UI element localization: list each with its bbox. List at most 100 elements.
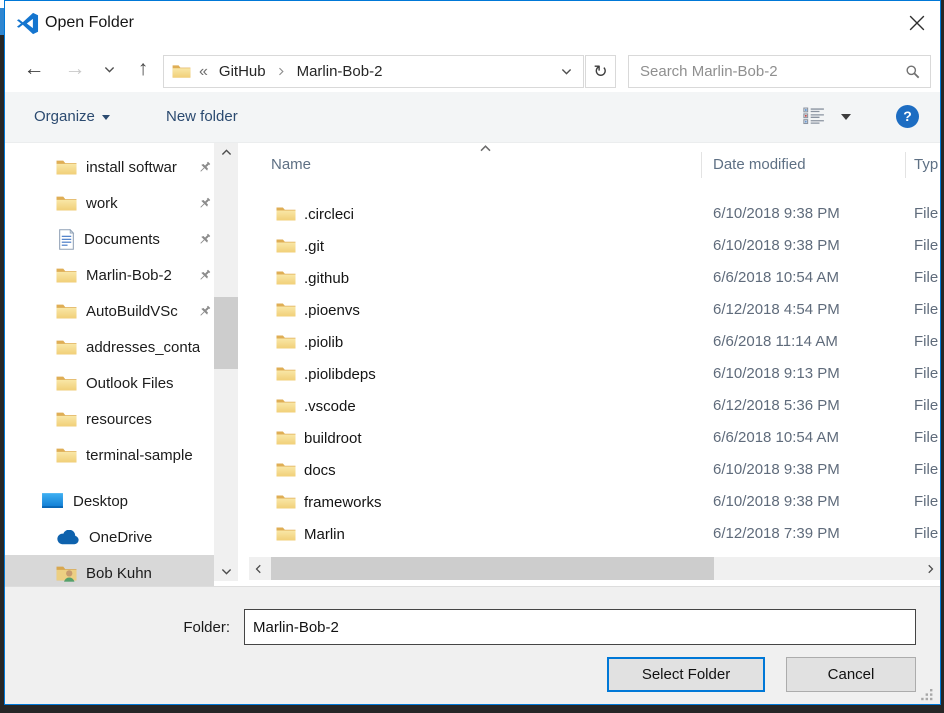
sidebar-item-label: Marlin-Bob-2: [86, 267, 172, 284]
open-folder-dialog: Open Folder ← → ↑ « GitHub Marlin-Bob-2 …: [4, 0, 941, 705]
folder-icon: [56, 447, 77, 464]
file-row[interactable]: .pioenvs 6/12/2018 4:54 PM File: [249, 294, 940, 326]
sidebar-item-label: terminal-sample: [86, 447, 193, 464]
file-date-modified: 6/6/2018 11:14 AM: [713, 326, 838, 358]
breadcrumb-segment-current[interactable]: Marlin-Bob-2: [297, 63, 383, 80]
file-type: File: [914, 230, 938, 262]
file-row[interactable]: buildroot 6/6/2018 10:54 AM File: [249, 422, 940, 454]
new-folder-button[interactable]: New folder: [166, 92, 238, 142]
address-bar[interactable]: « GitHub Marlin-Bob-2: [163, 55, 584, 88]
file-date-modified: 6/10/2018 9:38 PM: [713, 198, 840, 230]
chevron-up-icon: [221, 148, 232, 156]
sidebar-item[interactable]: install softwar: [5, 149, 214, 185]
file-date-modified: 6/10/2018 9:38 PM: [713, 230, 840, 262]
refresh-button[interactable]: ↻: [585, 55, 616, 88]
breadcrumb-segment-github[interactable]: GitHub: [219, 63, 266, 80]
folder-icon: [276, 302, 296, 318]
file-row[interactable]: .piolib 6/6/2018 11:14 AM File: [249, 326, 940, 358]
file-date-modified: 6/10/2018 9:38 PM: [713, 486, 840, 518]
sidebar-item[interactable]: Outlook Files: [5, 365, 214, 401]
organize-label: Organize: [34, 108, 95, 125]
sidebar-scrollbar-thumb[interactable]: [214, 297, 238, 369]
organize-menu[interactable]: Organize: [34, 92, 110, 142]
screen: Open Folder ← → ↑ « GitHub Marlin-Bob-2 …: [0, 0, 944, 713]
back-button[interactable]: ←: [19, 48, 49, 92]
file-name: frameworks: [304, 494, 382, 511]
file-date-modified: 6/10/2018 9:13 PM: [713, 358, 840, 390]
file-row[interactable]: .piolibdeps 6/10/2018 9:13 PM File: [249, 358, 940, 390]
horizontal-scrollbar-thumb[interactable]: [271, 557, 714, 580]
file-row[interactable]: .vscode 6/12/2018 5:36 PM File: [249, 390, 940, 422]
file-row[interactable]: .github 6/6/2018 10:54 AM File: [249, 262, 940, 294]
help-button[interactable]: ?: [896, 105, 919, 128]
sidebar-item[interactable]: Bob Kuhn: [5, 555, 214, 586]
search-input[interactable]: [638, 62, 895, 81]
forward-button: →: [60, 48, 90, 92]
close-button[interactable]: [906, 13, 928, 33]
sidebar-item[interactable]: addresses_conta: [5, 329, 214, 365]
sidebar-item[interactable]: resources: [5, 401, 214, 437]
file-row[interactable]: Marlin 6/12/2018 7:39 PM File: [249, 518, 940, 550]
file-name: .git: [304, 238, 324, 255]
folder-icon: [276, 270, 296, 286]
sidebar-item[interactable]: Marlin-Bob-2: [5, 257, 214, 293]
breadcrumb-overflow[interactable]: «: [199, 63, 208, 81]
file-row[interactable]: .circleci 6/10/2018 9:38 PM File: [249, 198, 940, 230]
address-dropdown-chevron-icon[interactable]: [561, 68, 572, 76]
view-mode-icon[interactable]: [803, 106, 825, 126]
column-header-type[interactable]: Typ: [914, 156, 938, 173]
file-row[interactable]: docs 6/10/2018 9:38 PM File: [249, 454, 940, 486]
footer-panel: Folder: Select Folder Cancel: [5, 586, 940, 705]
recent-locations-chevron-icon[interactable]: [104, 66, 115, 74]
file-date-modified: 6/6/2018 10:54 AM: [713, 422, 839, 454]
file-name: .vscode: [304, 398, 356, 415]
column-header-name[interactable]: Name: [271, 156, 311, 173]
chevron-right-icon[interactable]: [278, 67, 285, 76]
file-type: File: [914, 326, 938, 358]
select-folder-button[interactable]: Select Folder: [607, 657, 765, 692]
sidebar-item-label: AutoBuildVSc: [86, 303, 178, 320]
column-separator[interactable]: [701, 152, 702, 178]
column-header-date-modified[interactable]: Date modified: [713, 156, 806, 173]
sidebar-item[interactable]: terminal-sample: [5, 437, 214, 473]
sidebar-item[interactable]: Documents: [5, 221, 214, 257]
folder-icon: [56, 411, 77, 428]
folder-icon: [276, 462, 296, 478]
resize-grip-icon[interactable]: [921, 689, 933, 701]
sidebar-item[interactable]: AutoBuildVSc: [5, 293, 214, 329]
sidebar-item-label: Bob Kuhn: [86, 565, 152, 582]
file-name: .github: [304, 270, 349, 287]
sidebar-item-label: Desktop: [73, 493, 128, 510]
file-type: File: [914, 518, 938, 550]
folder-icon: [276, 366, 296, 382]
file-name: .piolibdeps: [304, 366, 376, 383]
scroll-up-button[interactable]: [214, 143, 238, 161]
sidebar-item[interactable]: OneDrive: [5, 519, 214, 555]
sidebar-item-label: resources: [86, 411, 152, 428]
file-row[interactable]: frameworks 6/10/2018 9:38 PM File: [249, 486, 940, 518]
documents-icon: [58, 229, 75, 250]
folder-icon: [172, 64, 191, 79]
sidebar-item[interactable]: Desktop: [5, 483, 214, 519]
file-name: docs: [304, 462, 336, 479]
scroll-right-button[interactable]: [922, 557, 940, 580]
folder-icon: [276, 494, 296, 510]
view-mode-caret-icon[interactable]: [841, 114, 851, 120]
file-name: .pioenvs: [304, 302, 360, 319]
pin-icon: [197, 196, 212, 211]
sidebar-scrollbar[interactable]: [214, 143, 238, 581]
column-separator[interactable]: [905, 152, 906, 178]
search-box: [628, 55, 931, 88]
folder-name-input[interactable]: [244, 609, 916, 645]
up-button[interactable]: ↑: [129, 48, 157, 92]
search-icon[interactable]: [905, 64, 920, 79]
cancel-button[interactable]: Cancel: [786, 657, 916, 692]
scroll-down-button[interactable]: [214, 563, 238, 581]
file-row[interactable]: .git 6/10/2018 9:38 PM File: [249, 230, 940, 262]
folder-icon: [56, 159, 77, 176]
sidebar-item-label: Outlook Files: [86, 375, 174, 392]
sidebar-item[interactable]: work: [5, 185, 214, 221]
scroll-left-button[interactable]: [249, 557, 267, 580]
user-folder-icon: [56, 565, 77, 582]
horizontal-scrollbar[interactable]: [249, 557, 940, 580]
